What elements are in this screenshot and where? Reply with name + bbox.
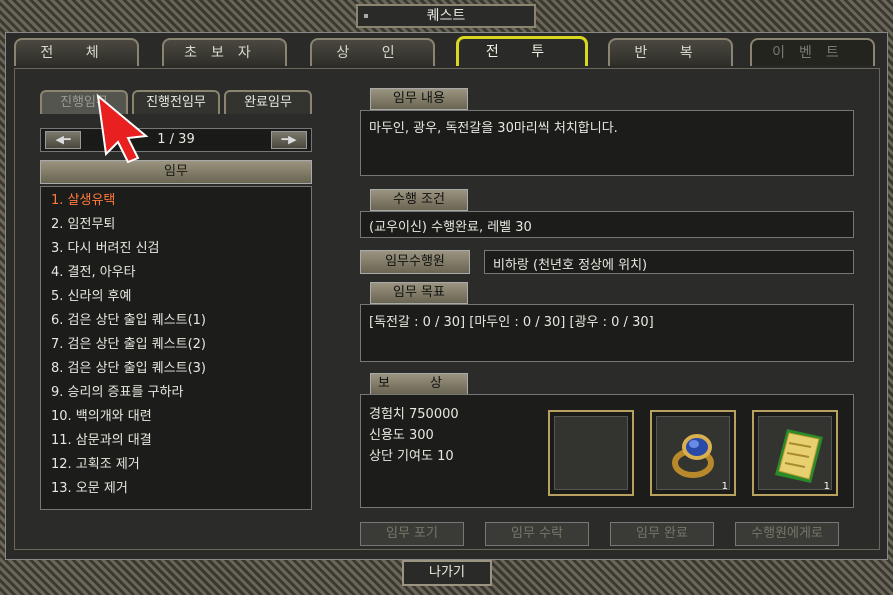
- quest-list: 1. 살생유택 2. 임전무퇴 3. 다시 버려진 신검 4. 결전, 아우타 …: [40, 186, 312, 510]
- complete-quest-button[interactable]: 임무 완료: [610, 522, 714, 546]
- content-text: 마두인, 광우, 독전갈을 30마리씩 처치합니다.: [369, 121, 618, 136]
- reward-slot-2[interactable]: 1: [650, 410, 736, 496]
- ring-icon: [656, 416, 730, 490]
- reward-slot-1[interactable]: [548, 410, 634, 496]
- goal-box: [독전갈 : 0 / 30] [마두인 : 0 / 30] [광우 : 0 / …: [360, 304, 854, 362]
- tab-all[interactable]: 전 체: [14, 38, 139, 66]
- tab-beginner[interactable]: 초보자: [162, 38, 287, 66]
- window-title: 퀘스트: [426, 8, 466, 24]
- slot-count: 1: [823, 481, 830, 492]
- reward-credit: 신용도 300: [369, 428, 434, 443]
- tab-event[interactable]: 이벤트: [750, 38, 875, 66]
- list-item[interactable]: 11. 삼문과의 대결: [51, 431, 152, 451]
- scroll-icon: [758, 416, 832, 490]
- list-item[interactable]: 13. 오문 제거: [51, 479, 128, 499]
- content-box: 마두인, 광우, 독전갈을 30마리씩 처치합니다.: [360, 110, 854, 176]
- go-to-npc-button[interactable]: 수행원에게로: [735, 522, 839, 546]
- tab-repeat[interactable]: 반 복: [608, 38, 733, 66]
- accept-quest-button[interactable]: 임무 수락: [485, 522, 589, 546]
- abandon-quest-button[interactable]: 임무 포기: [360, 522, 464, 546]
- slot-count: 1: [721, 481, 728, 492]
- goal-label: 임무 목표: [370, 282, 468, 304]
- right-arrow-icon: ━▶: [281, 133, 297, 146]
- npc-button[interactable]: 임무수행원: [360, 250, 470, 274]
- mouse-cursor-icon: [96, 93, 149, 164]
- list-item[interactable]: 8. 검은 상단 출입 퀘스트(3): [51, 359, 206, 379]
- reward-contribution: 상단 기여도 10: [369, 449, 454, 464]
- reward-label: 보 상: [370, 373, 468, 395]
- list-item[interactable]: 5. 신라의 후예: [51, 287, 131, 307]
- npc-box: 비하랑 (천년호 정상에 위치): [484, 250, 854, 274]
- list-item[interactable]: 9. 승리의 증표를 구하라: [51, 383, 183, 403]
- empty-slot-icon: [554, 416, 628, 490]
- tab-merchant[interactable]: 상 인: [310, 38, 435, 66]
- tab-combat[interactable]: 전 투: [456, 36, 588, 66]
- window-title-bar: 퀘스트: [356, 4, 536, 28]
- list-item[interactable]: 3. 다시 버려진 신검: [51, 239, 160, 259]
- list-item[interactable]: 6. 검은 상단 출입 퀘스트(1): [51, 311, 206, 331]
- condition-label: 수행 조건: [370, 189, 468, 211]
- reward-exp: 경험치 750000: [369, 407, 459, 422]
- list-item[interactable]: 12. 고획조 제거: [51, 455, 140, 475]
- quest-list-header: 임무: [40, 160, 312, 184]
- reward-slot-3[interactable]: 1: [752, 410, 838, 496]
- goal-text: [독전갈 : 0 / 30] [마두인 : 0 / 30] [광우 : 0 / …: [369, 315, 654, 330]
- title-dot-icon: [364, 14, 368, 18]
- list-item[interactable]: 10. 백의개와 대련: [51, 407, 152, 427]
- subtab-completed[interactable]: 완료임무: [224, 90, 312, 114]
- list-item[interactable]: 4. 결전, 아우타: [51, 263, 136, 283]
- list-item[interactable]: 7. 검은 상단 출입 퀘스트(2): [51, 335, 206, 355]
- condition-box: (교우이신) 수행완료, 레벨 30: [360, 211, 854, 238]
- content-label: 임무 내용: [370, 88, 468, 110]
- npc-text: 비하랑 (천년호 정상에 위치): [493, 258, 648, 273]
- condition-text: (교우이신) 수행완료, 레벨 30: [369, 220, 532, 235]
- list-pager: ◀━ 1 / 39 ━▶: [40, 128, 312, 152]
- list-item[interactable]: 1. 살생유택: [51, 191, 115, 211]
- next-page-button[interactable]: ━▶: [271, 131, 307, 149]
- exit-button[interactable]: 나가기: [402, 560, 492, 586]
- list-item[interactable]: 2. 임전무퇴: [51, 215, 115, 235]
